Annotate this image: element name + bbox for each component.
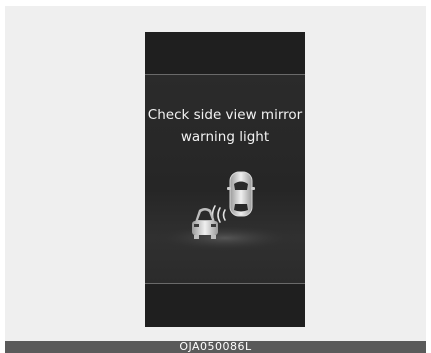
- figure-frame: Check side view mirror warning light: [5, 6, 426, 341]
- figure-code: OJA050086L: [5, 341, 426, 353]
- road-glow: [153, 224, 297, 252]
- warning-message-line-1: Check side view mirror: [147, 107, 303, 123]
- warning-message-line-2: warning light: [180, 129, 270, 145]
- vehicle-top-icon: [227, 171, 255, 217]
- bottom-divider: [145, 283, 305, 284]
- blind-spot-scene: [153, 171, 297, 252]
- vehicle-rear-icon: [192, 208, 218, 239]
- cluster-display: Check side view mirror warning light: [145, 32, 305, 327]
